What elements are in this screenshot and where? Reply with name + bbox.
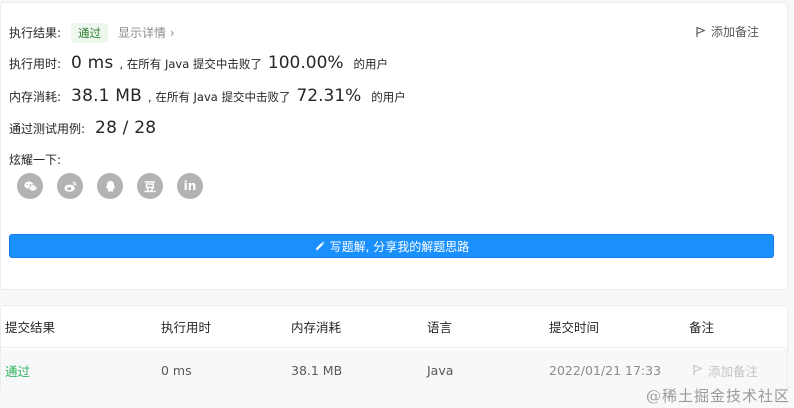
header-runtime: 执行用时 bbox=[161, 320, 212, 335]
testcases-label: 通过测试用例: bbox=[9, 122, 86, 136]
write-solution-label: 写题解, 分享我的解题思路 bbox=[329, 239, 470, 254]
memory-label: 内存消耗: bbox=[9, 90, 62, 104]
runtime-suffix: 的用户 bbox=[353, 57, 389, 71]
result-card: 执行结果: 通过 显示详情 › 添加备注 执行用时: 0 ms , 在所有 Ja… bbox=[0, 2, 788, 290]
row-time: 2022/01/21 17:33 bbox=[549, 362, 662, 378]
wechat-icon[interactable] bbox=[17, 173, 43, 199]
flag-icon bbox=[693, 364, 703, 375]
testcases-value: 28 / 28 bbox=[95, 118, 157, 138]
row-memory: 38.1 MB bbox=[291, 362, 343, 378]
header-memory: 内存消耗 bbox=[291, 320, 342, 335]
watermark: @稀土掘金技术社区 bbox=[645, 387, 790, 405]
runtime-label: 执行用时: bbox=[9, 57, 62, 71]
submissions-table: 提交结果 执行用时 内存消耗 语言 提交时间 备注 通过 0 ms 38.1 M… bbox=[0, 305, 788, 391]
douban-glyph: 豆 bbox=[143, 179, 156, 194]
row-language: Java bbox=[427, 362, 454, 378]
result-label: 执行结果: bbox=[9, 26, 62, 40]
qq-icon[interactable] bbox=[97, 173, 123, 199]
douban-icon[interactable]: 豆 bbox=[137, 173, 163, 199]
header-status: 提交结果 bbox=[5, 320, 56, 335]
testcases-row: 通过测试用例: 28 / 28 bbox=[9, 118, 156, 138]
weibo-icon[interactable] bbox=[57, 173, 83, 199]
table-header: 提交结果 执行用时 内存消耗 语言 提交时间 备注 bbox=[1, 306, 787, 348]
linkedin-glyph: in bbox=[183, 179, 197, 193]
runtime-row: 执行用时: 0 ms , 在所有 Java 提交中击败了 100.00% 的用户 bbox=[9, 53, 388, 73]
row-status-link[interactable]: 通过 bbox=[5, 349, 30, 391]
runtime-beat-text: , 在所有 Java 提交中击败了 bbox=[119, 57, 262, 71]
memory-value: 38.1 MB bbox=[71, 86, 143, 106]
result-row: 执行结果: 通过 显示详情 › bbox=[9, 23, 175, 43]
memory-beat-text: , 在所有 Java 提交中击败了 bbox=[148, 90, 291, 104]
memory-percent: 72.31% bbox=[296, 86, 362, 106]
memory-suffix: 的用户 bbox=[371, 90, 406, 104]
runtime-value: 0 ms bbox=[71, 53, 114, 73]
share-label-row: 炫耀一下: bbox=[9, 151, 61, 168]
header-time: 提交时间 bbox=[549, 320, 600, 335]
pencil-icon bbox=[315, 241, 325, 250]
flag-icon bbox=[696, 26, 706, 37]
runtime-percent: 100.00% bbox=[267, 53, 344, 73]
memory-row: 内存消耗: 38.1 MB , 在所有 Java 提交中击败了 72.31% 的… bbox=[9, 86, 406, 106]
share-icons: 豆 in bbox=[17, 173, 203, 199]
row-add-note-label: 添加备注 bbox=[708, 363, 759, 379]
write-solution-button[interactable]: 写题解, 分享我的解题思路 bbox=[9, 234, 774, 258]
header-language: 语言 bbox=[427, 320, 453, 335]
share-label: 炫耀一下: bbox=[9, 153, 62, 167]
add-note-button[interactable]: 添加备注 bbox=[696, 23, 759, 40]
row-runtime: 0 ms bbox=[161, 362, 192, 378]
header-note: 备注 bbox=[689, 320, 715, 335]
linkedin-icon[interactable]: in bbox=[177, 173, 203, 199]
status-badge: 通过 bbox=[71, 23, 109, 43]
show-details-link[interactable]: 显示详情 › bbox=[118, 24, 175, 41]
add-note-label: 添加备注 bbox=[710, 25, 759, 39]
